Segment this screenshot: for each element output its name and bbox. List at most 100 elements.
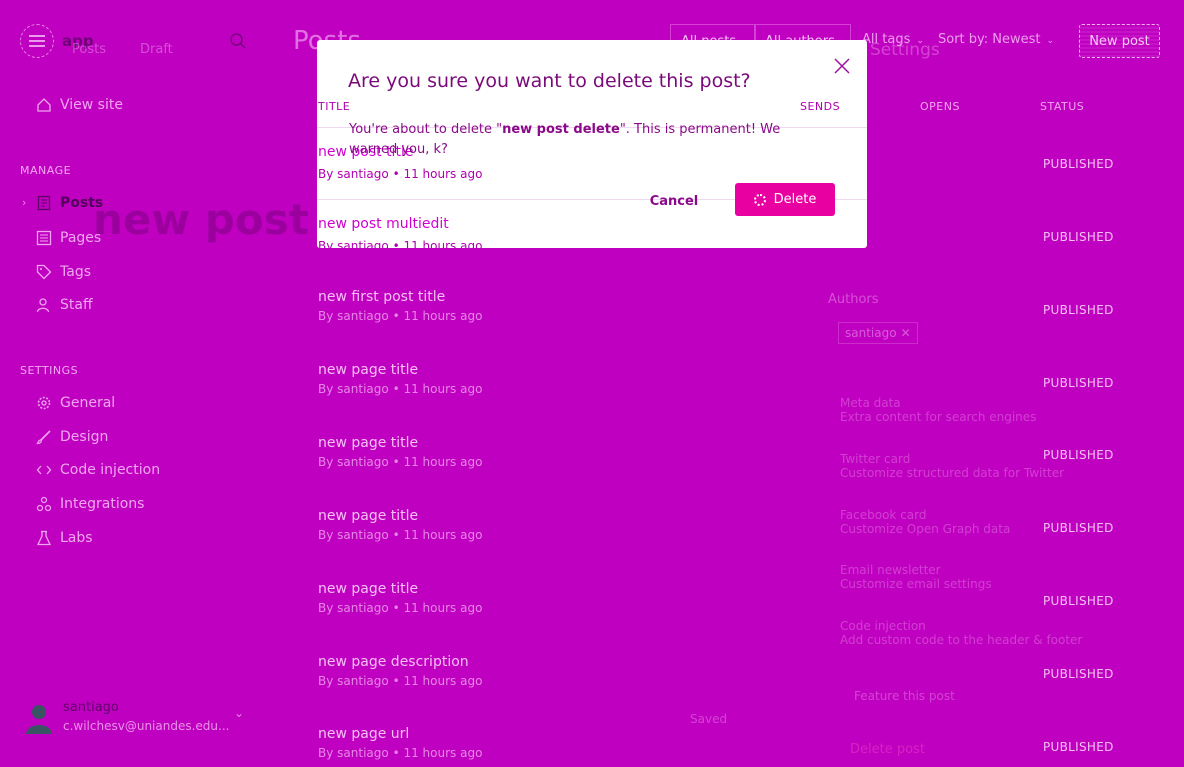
row-time: 11 hours ago [403,601,483,615]
sidebar-item-label: Code injection [60,462,161,478]
row-time: 11 hours ago [403,239,483,248]
row-by: By [318,309,334,323]
manage-section-label: MANAGE [20,164,72,177]
table-row[interactable]: new page title By santiago • 11 hours ag… [318,581,1118,641]
row-author: santiago [337,167,389,181]
new-post-button[interactable]: New post [1079,24,1160,58]
sidebar-item-tags[interactable]: Tags [36,264,91,280]
view-site-link[interactable]: View site [36,97,123,113]
cancel-button[interactable]: Cancel [639,190,709,212]
sidebar-item-label: General [60,395,116,411]
row-author: santiago [337,746,389,760]
row-title: new page description [318,654,469,670]
status-badge: PUBLISHED [1043,448,1114,462]
user-menu[interactable]: santiago c.wilchesv@uniandes.edu... ⌄ [24,700,250,738]
row-dot: • [392,382,400,396]
sort-select[interactable]: Sort by: Newest ⌄ [938,32,1054,47]
row-by: By [318,382,334,396]
close-icon[interactable] [832,56,852,76]
search-icon[interactable] [229,32,247,50]
col-header-opens: OPENS [920,100,960,113]
sidebar-item-code-injection[interactable]: Code injection [36,462,160,478]
document-icon [37,195,51,211]
status-badge: PUBLISHED [1043,303,1114,317]
row-by: By [318,239,334,248]
modal-bg-row-title: new post multiedit [318,216,449,232]
sidebar-item-pages[interactable]: Pages [36,230,101,246]
row-dot: • [392,528,400,542]
modal-bg-col-sends: SENDS [800,100,841,113]
table-row[interactable]: new page title By santiago • 11 hours ag… [318,508,1118,568]
modal-bg-col-title: TITLE [318,100,351,113]
table-row[interactable]: new page description By santiago • 11 ho… [318,654,1118,714]
row-by: By [318,674,334,688]
gear-icon [37,396,51,410]
new-post-label: New post [1089,33,1150,49]
row-title: new first post title [318,289,446,305]
sidebar-item-staff[interactable]: Staff [36,297,93,313]
row-author: santiago [337,382,389,396]
row-title: new page title [318,435,419,451]
status-badge: PUBLISHED [1043,521,1114,535]
modal-body-prefix: You're about to delete " [349,122,503,137]
row-time: 11 hours ago [403,455,483,469]
modal-post-name: new post delete [502,122,620,137]
chevron-down-icon: ⌄ [1046,36,1055,46]
user-name: santiago [63,700,119,715]
row-by: By [318,167,334,181]
row-time: 11 hours ago [403,674,483,688]
table-row[interactable]: new page title By santiago • 11 hours ag… [318,362,1118,422]
row-by: By [318,746,334,760]
delete-button-label: Delete [773,192,817,207]
sidebar-item-labs[interactable]: Labs [36,530,93,546]
sidebar-item-label: Staff [60,297,93,313]
row-dot: • [392,309,400,323]
row-by: By [318,455,334,469]
app-logo-icon [29,35,45,47]
row-title: new page title [318,508,419,524]
status-badge: PUBLISHED [1043,157,1114,171]
bg-editor-title: new post d [93,195,317,244]
bg-posts-breadcrumb: Posts [72,42,106,57]
row-author: santiago [337,455,389,469]
sidebar-item-label: Labs [60,530,93,546]
bg-settings-title: Settings [870,40,940,60]
row-dot: • [392,455,400,469]
pages-icon [36,230,52,246]
sidebar-item-general[interactable]: General [36,395,115,411]
bg-saved-indicator: Saved [690,712,728,726]
row-meta: By santiago • 11 hours ago [318,309,1118,323]
table-row[interactable]: new page title By santiago • 11 hours ag… [318,435,1118,495]
row-by: By [318,528,334,542]
sidebar-item-integrations[interactable]: Integrations [36,496,144,512]
row-meta: By santiago • 11 hours ago [318,455,1118,469]
staff-icon [36,298,50,313]
tag-icon [36,264,52,280]
app-logo[interactable] [20,24,54,58]
avatar [26,705,52,734]
col-header-status: STATUS [1040,100,1085,113]
row-meta: By santiago • 11 hours ago [318,746,1118,760]
row-author: santiago [337,601,389,615]
status-badge: PUBLISHED [1043,740,1114,754]
row-title: new page title [318,581,419,597]
table-row[interactable]: new page url By santiago • 11 hours ago [318,726,1118,767]
sidebar-item-design[interactable]: Design [36,429,108,445]
row-time: 11 hours ago [403,309,483,323]
spinner-icon [753,193,766,206]
row-meta: By santiago • 11 hours ago [318,382,1118,396]
flask-icon [36,530,52,546]
row-author: santiago [337,674,389,688]
delete-post-modal: TITLE SENDS new post title By santiago •… [317,40,867,248]
bg-draft-label: Draft [140,42,173,57]
row-dot: • [392,674,400,688]
row-by: By [318,601,334,615]
status-badge: PUBLISHED [1043,667,1114,681]
modal-body: You're about to delete "new post delete"… [349,120,829,160]
row-time: 11 hours ago [403,382,483,396]
sidebar-item-label: Tags [60,264,91,280]
delete-button[interactable]: Delete [735,183,835,216]
row-author: santiago [337,239,389,248]
table-row[interactable]: new first post title By santiago • 11 ho… [318,289,1118,349]
modal-bg-row-meta: By santiago • 11 hours ago [318,167,482,181]
